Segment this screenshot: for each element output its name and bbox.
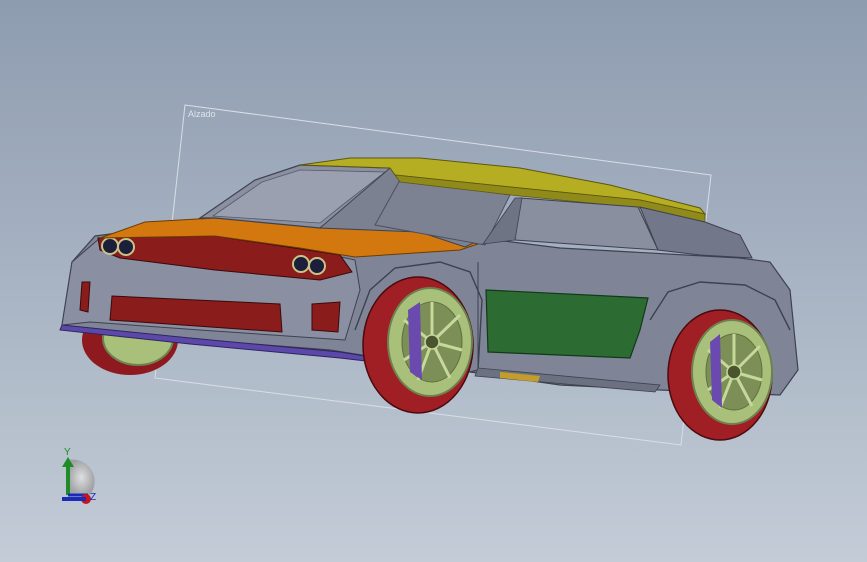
model-scene[interactable]: Alzado Y Z bbox=[0, 0, 867, 562]
plane-label: Alzado bbox=[188, 109, 216, 119]
fog-vent-left bbox=[79, 281, 91, 313]
fog-vent-right bbox=[311, 301, 341, 333]
car-model[interactable] bbox=[59, 157, 799, 441]
graphics-viewport[interactable]: Alzado Y Z bbox=[0, 0, 867, 562]
coordinate-triad[interactable]: Y Z bbox=[62, 447, 96, 504]
triad-z-label: Z bbox=[90, 492, 96, 503]
door-panel[interactable] bbox=[485, 289, 649, 359]
wheel-front-right[interactable] bbox=[362, 276, 474, 414]
triad-y-label: Y bbox=[64, 447, 71, 458]
wheel-rear-right[interactable] bbox=[667, 309, 773, 441]
triad-base bbox=[62, 497, 86, 501]
brake-caliper-front bbox=[408, 302, 422, 380]
